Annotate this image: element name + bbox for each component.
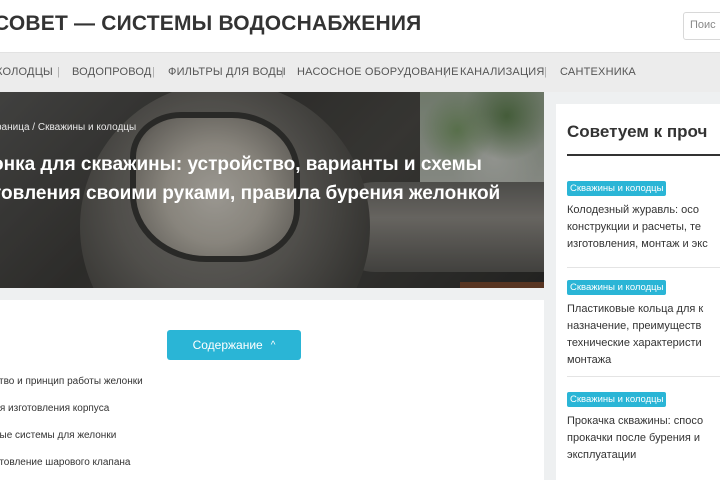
nav-separator: | — [57, 66, 60, 78]
title-line: Колодезный журавль: осо — [567, 204, 700, 216]
recommended-sidebar: Советуем к проч Скважины и колодцы Колод… — [556, 104, 720, 480]
nav-item-kanalizatsiya[interactable]: КАНАЛИЗАЦИЯ — [460, 66, 545, 78]
divider — [567, 267, 720, 268]
sidebar-title-underline — [567, 154, 720, 156]
sidebar-article[interactable]: Скважины и колодцы Прокачка скважины: сп… — [567, 389, 720, 464]
search-input[interactable]: Поис — [683, 12, 720, 40]
article-content: Содержание ^ ство и принцип работы желон… — [0, 300, 544, 480]
title-line: монтажа — [567, 354, 612, 366]
nav-separator: | — [281, 66, 284, 78]
toc-item[interactable]: ство и принцип работы желонки — [0, 376, 143, 387]
sidebar-article[interactable]: Скважины и колодцы Пластиковые кольца дл… — [567, 277, 720, 369]
main-nav: КОЛОДЦЫ | ВОДОПРОВОД | ФИЛЬТРЫ ДЛЯ ВОДЫ … — [0, 52, 720, 92]
toc-item[interactable]: отовление шарового клапана — [0, 457, 130, 468]
article-hero: раница / Скважины и колодцы онка для скв… — [0, 92, 544, 288]
site-header: СОВЕТ — СИСТЕМЫ ВОДОСНАБЖЕНИЯ Поис — [0, 0, 720, 52]
nav-item-santekhnika[interactable]: САНТЕХНИКА — [560, 66, 636, 78]
toc-toggle-button[interactable]: Содержание ^ — [167, 330, 301, 360]
nav-item-kolodtsy[interactable]: КОЛОДЦЫ — [0, 66, 53, 78]
title-line: назначение, преимуществ — [567, 320, 702, 332]
article-title: онка для скважины: устройство, варианты … — [0, 154, 501, 204]
title-line: Пластиковые кольца для к — [567, 303, 704, 315]
nav-item-nasosnoe[interactable]: НАСОСНОЕ ОБОРУДОВАНИЕ — [297, 66, 459, 78]
category-badge[interactable]: Скважины и колодцы — [567, 280, 667, 295]
title-line: изготовления, монтаж и экс — [567, 238, 708, 250]
sidebar-title: Советуем к проч — [567, 122, 708, 141]
nav-separator: | — [444, 66, 447, 78]
toc-item[interactable]: ля изготовления корпуса — [0, 403, 109, 414]
nav-item-filtry[interactable]: ФИЛЬТРЫ ДЛЯ ВОДЫ — [168, 66, 286, 78]
nav-separator: | — [544, 66, 547, 78]
chevron-up-icon: ^ — [270, 339, 276, 351]
title-line: Прокачка скважины: спосо — [567, 415, 704, 427]
nav-separator: | — [152, 66, 155, 78]
sidebar-article[interactable]: Скважины и колодцы Колодезный журавль: о… — [567, 178, 720, 253]
title-line: эксплуатации — [567, 449, 637, 461]
breadcrumb[interactable]: раница / Скважины и колодцы — [0, 122, 136, 133]
category-badge[interactable]: Скважины и колодцы — [567, 181, 667, 196]
nav-item-vodoprovod[interactable]: ВОДОПРОВОД — [72, 66, 152, 78]
sidebar-article-title[interactable]: Пластиковые кольца для к назначение, пре… — [567, 301, 720, 369]
toc-item[interactable]: ные системы для желонки — [0, 430, 116, 441]
title-line: конструкции и расчеты, те — [567, 221, 702, 233]
sidebar-article-title[interactable]: Прокачка скважины: спосо прокачки после … — [567, 413, 720, 464]
toc-button-label: Содержание — [192, 338, 263, 352]
category-badge[interactable]: Скважины и колодцы — [567, 392, 667, 407]
title-line: технические характеристи — [567, 337, 702, 349]
divider — [567, 376, 720, 377]
sidebar-article-title[interactable]: Колодезный журавль: осо конструкции и ра… — [567, 202, 720, 253]
title-line: прокачки после бурения и — [567, 432, 701, 444]
site-title[interactable]: СОВЕТ — СИСТЕМЫ ВОДОСНАБЖЕНИЯ — [0, 12, 421, 36]
